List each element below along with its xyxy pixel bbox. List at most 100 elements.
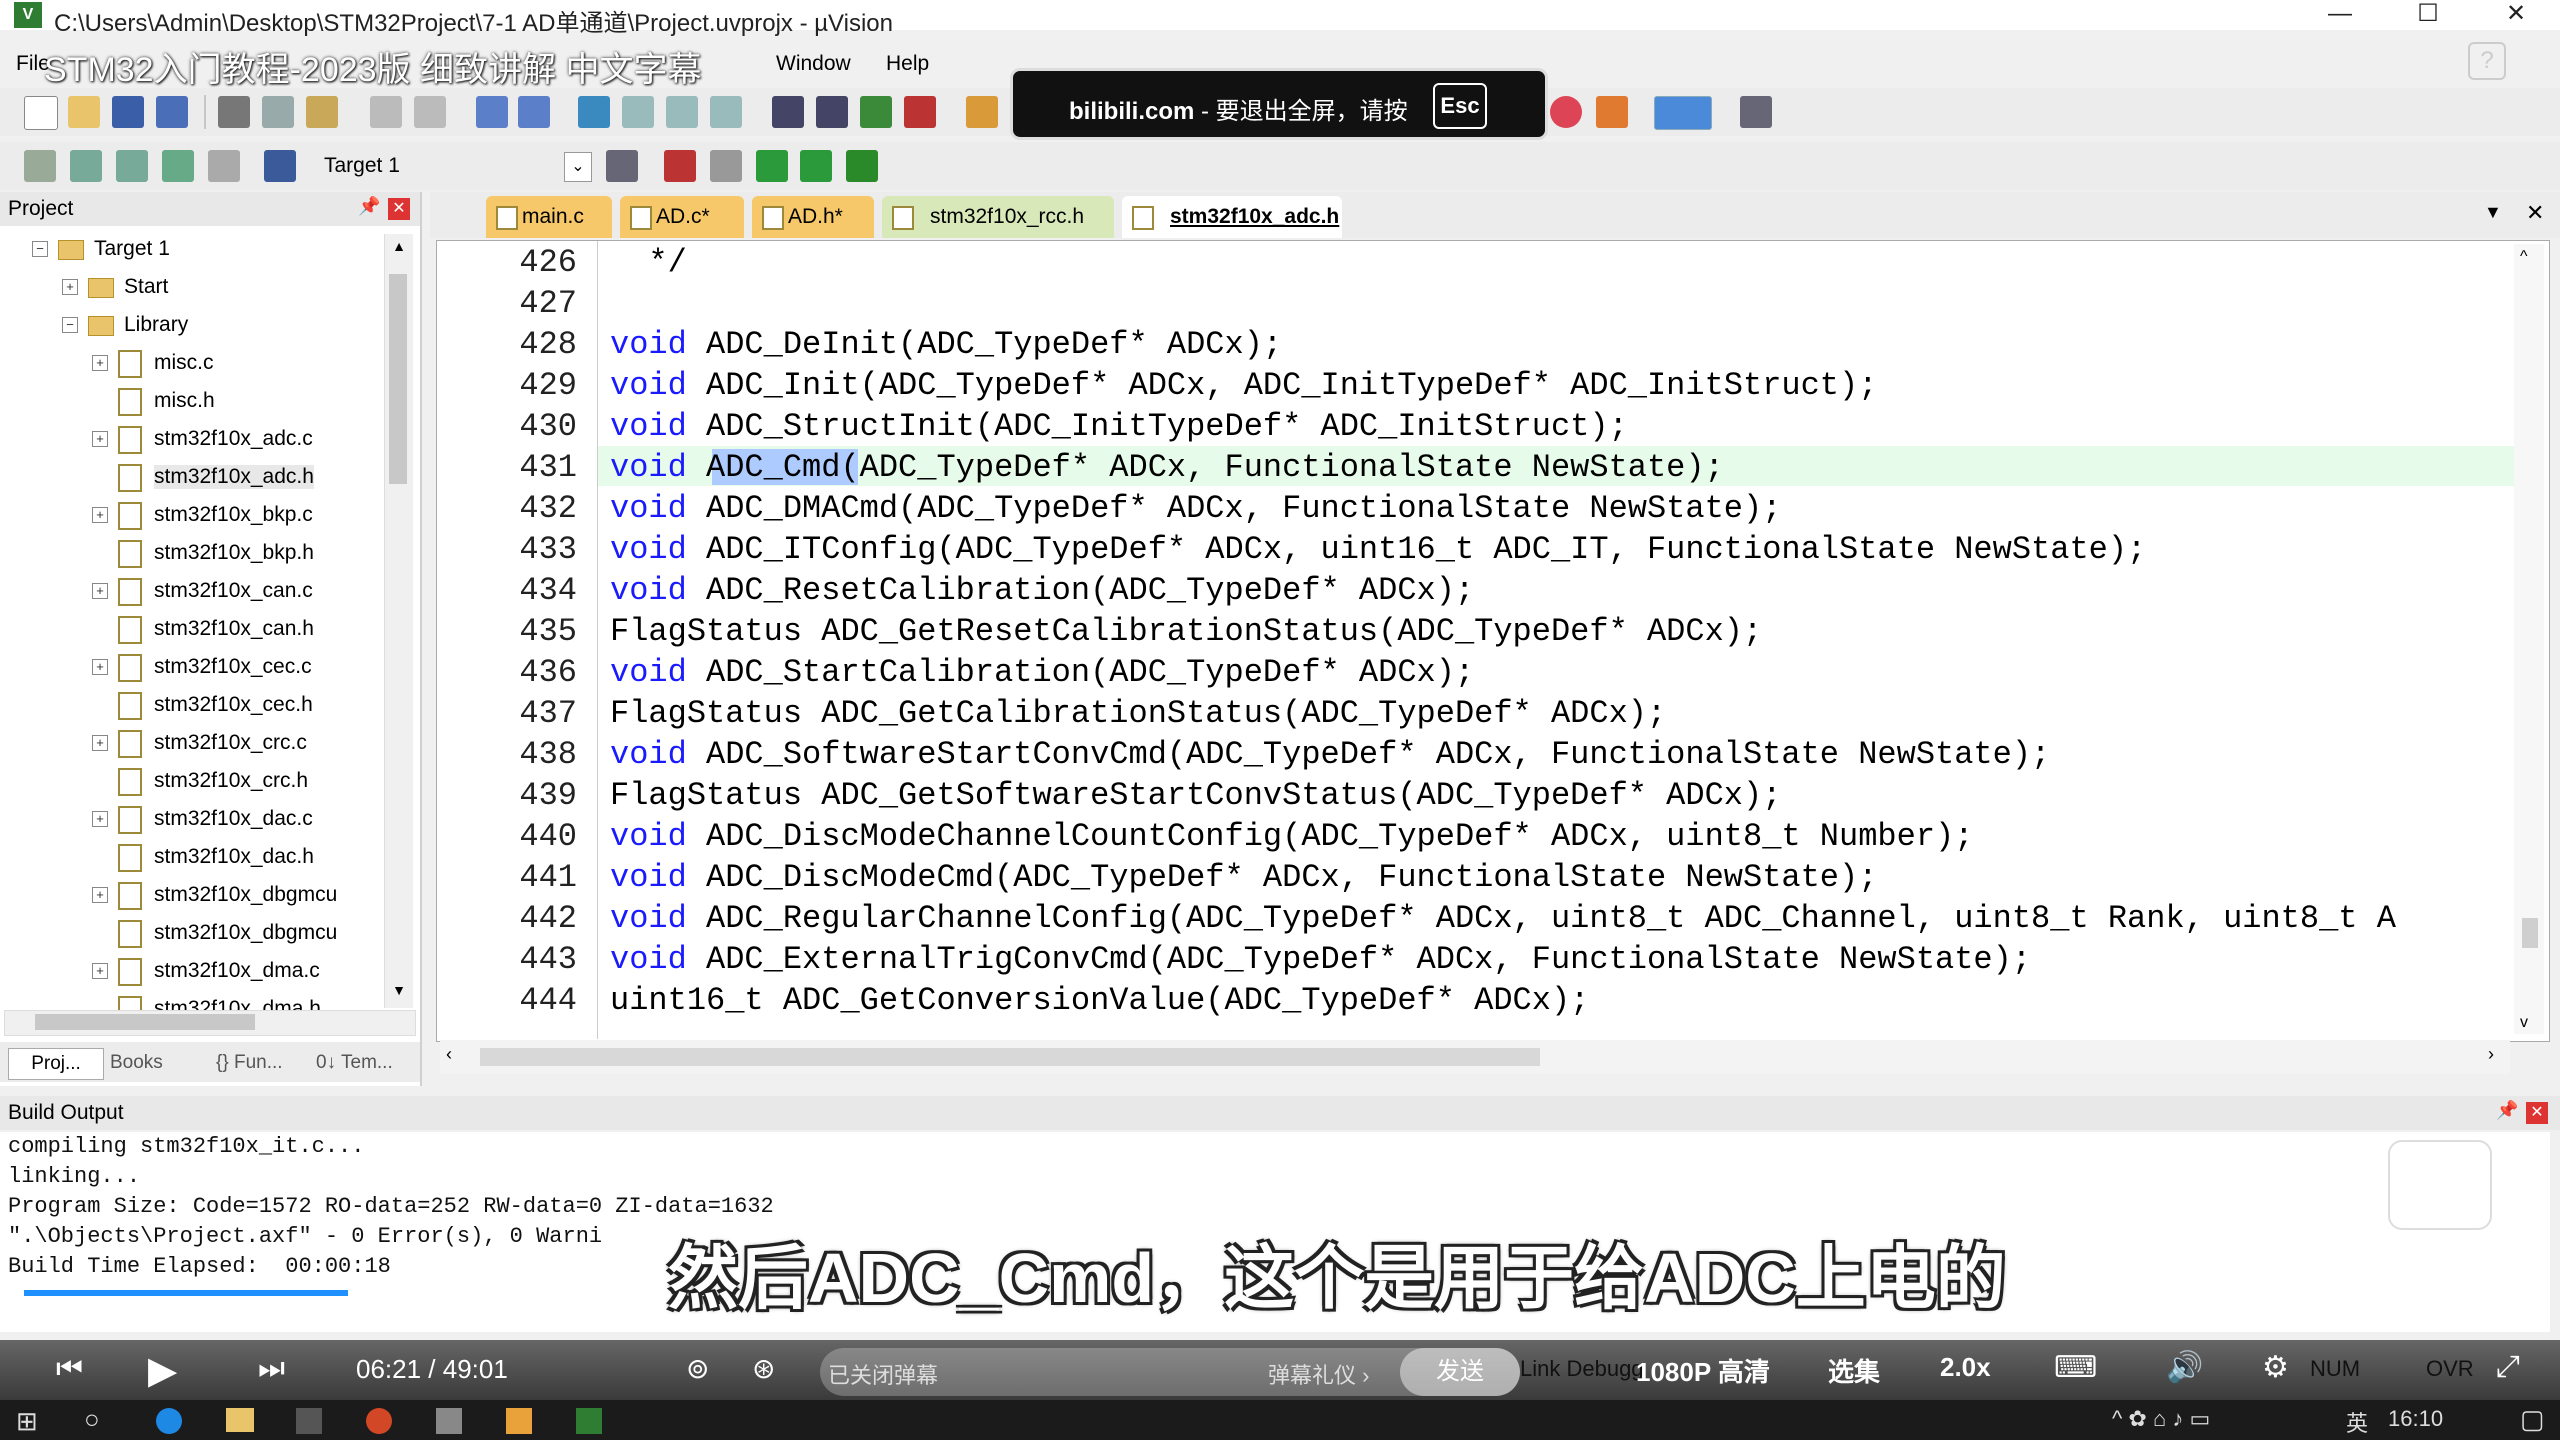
code-line[interactable]: void ADC_StartCalibration(ADC_TypeDef* A…	[610, 654, 1474, 691]
tree-file[interactable]: + stm32f10x_dac.c	[0, 800, 380, 838]
edge-icon[interactable]	[156, 1408, 182, 1434]
save-all-icon[interactable]	[156, 96, 188, 128]
tab-project[interactable]: Proj...	[8, 1048, 104, 1080]
code-line[interactable]: void ADC_DMACmd(ADC_TypeDef* ADCx, Funct…	[610, 490, 1781, 527]
scroll-down-icon[interactable]: ▼	[389, 982, 409, 1004]
find-in-files-icon[interactable]	[966, 96, 998, 128]
scroll-thumb[interactable]	[389, 274, 407, 484]
help-icon[interactable]: ?	[2468, 42, 2506, 80]
tree-file[interactable]: misc.h	[0, 382, 380, 420]
code-line[interactable]: void ADC_RegularChannelConfig(ADC_TypeDe…	[610, 900, 2396, 937]
tree-file[interactable]: + stm32f10x_dma.c	[0, 952, 380, 990]
episode-selector[interactable]: 选集	[1828, 1352, 1880, 1389]
app-icon[interactable]	[506, 1408, 532, 1434]
danmu-etiquette-link[interactable]: 弹幕礼仪 ›	[1268, 1358, 1369, 1390]
send-button[interactable]: 发送	[1400, 1348, 1520, 1396]
play-icon[interactable]: ▶	[148, 1348, 177, 1393]
tree-file[interactable]: stm32f10x_cec.h	[0, 686, 380, 724]
speed-selector[interactable]: 2.0x	[1940, 1352, 1991, 1383]
tree-folder[interactable]: − Library	[0, 306, 380, 344]
editor-tab[interactable]: AD.h*	[752, 196, 874, 238]
editor-scroll-thumb[interactable]	[2522, 918, 2538, 948]
collapse-icon[interactable]: −	[62, 317, 78, 333]
cut-icon[interactable]	[218, 96, 250, 128]
scroll-up-icon[interactable]: ▲	[389, 238, 409, 260]
notifications-icon[interactable]: ▢	[2520, 1404, 2545, 1435]
expand-icon[interactable]: +	[92, 735, 108, 751]
build-icon[interactable]	[70, 150, 102, 182]
tree-file[interactable]: + stm32f10x_can.c	[0, 572, 380, 610]
run-time-env-icon[interactable]	[846, 150, 878, 182]
tree-file[interactable]: stm32f10x_bkp.h	[0, 534, 380, 572]
manage-components-icon[interactable]	[664, 150, 696, 182]
close-tab-icon[interactable]: ✕	[2526, 200, 2544, 226]
code-line[interactable]: void ADC_DiscModeChannelCountConfig(ADC_…	[610, 818, 1973, 855]
next-bookmark-icon[interactable]	[666, 96, 698, 128]
code-line[interactable]: void ADC_Init(ADC_TypeDef* ADCx, ADC_Ini…	[610, 367, 1877, 404]
editor-scroll-up-icon[interactable]: ^	[2520, 248, 2528, 266]
navigate-back-icon[interactable]	[476, 96, 508, 128]
editor-vertical-scrollbar[interactable]: ^ v	[2514, 244, 2544, 1034]
breakpoint-icon[interactable]	[1596, 96, 1628, 128]
code-line[interactable]: void ADC_ExternalTrigConvCmd(ADC_TypeDef…	[610, 941, 2031, 978]
copy-icon[interactable]	[262, 96, 294, 128]
prev-bookmark-icon[interactable]	[622, 96, 654, 128]
tree-folder[interactable]: − Target 1	[0, 230, 380, 268]
redo-icon[interactable]	[414, 96, 446, 128]
pack-installer-icon[interactable]	[756, 150, 788, 182]
expand-icon[interactable]: +	[92, 887, 108, 903]
editor-tab[interactable]: AD.c*	[620, 196, 744, 238]
expand-icon[interactable]: +	[62, 279, 78, 295]
ime-indicator[interactable]: 英	[2346, 1406, 2368, 1438]
quality-selector[interactable]: 1080P 高清	[1636, 1352, 1770, 1389]
maximize-button[interactable]: ☐	[2388, 0, 2468, 30]
navigate-forward-icon[interactable]	[518, 96, 550, 128]
tree-file[interactable]: stm32f10x_dbgmcu	[0, 914, 380, 952]
settings-gear-icon[interactable]: ⚙	[2262, 1350, 2289, 1385]
editor-tab[interactable]: main.c	[486, 196, 612, 238]
window-layout-dropdown[interactable]	[1654, 96, 1712, 130]
close-panel-icon[interactable]: ✕	[388, 198, 410, 220]
start-icon[interactable]: ⊞	[16, 1406, 38, 1437]
stop-build-icon[interactable]	[208, 150, 240, 182]
danmu-settings-icon[interactable]: ⊛	[752, 1352, 775, 1385]
target-options-icon[interactable]	[606, 150, 638, 182]
explorer-icon[interactable]	[226, 1408, 254, 1432]
tree-file[interactable]: stm32f10x_can.h	[0, 610, 380, 648]
tree-file[interactable]: stm32f10x_dac.h	[0, 838, 380, 876]
target-select-dropdown[interactable]: ⌄	[564, 152, 592, 182]
floating-play-icon[interactable]	[2388, 1140, 2492, 1230]
editor-tab[interactable]: stm32f10x_adc.h	[1122, 196, 1342, 238]
tree-folder[interactable]: + Start	[0, 268, 380, 306]
minimize-button[interactable]: —	[2300, 0, 2380, 30]
code-line[interactable]: */	[610, 244, 686, 281]
menu-help[interactable]: Help	[886, 52, 929, 76]
undo-icon[interactable]	[370, 96, 402, 128]
fullscreen-icon[interactable]: ⤢	[2496, 1350, 2520, 1384]
code-line[interactable]: void ADC_StructInit(ADC_InitTypeDef* ADC…	[610, 408, 1628, 445]
save-icon[interactable]	[112, 96, 144, 128]
volume-icon[interactable]: 🔊	[2166, 1350, 2203, 1385]
download-icon[interactable]	[264, 150, 296, 182]
tree-horizontal-scrollbar[interactable]	[4, 1010, 416, 1036]
code-line[interactable]: void ADC_ITConfig(ADC_TypeDef* ADCx, uin…	[610, 531, 2146, 568]
danmu-toggle-icon[interactable]: ⊚	[686, 1352, 709, 1385]
bookmark-icon[interactable]	[578, 96, 610, 128]
select-software-packs-icon[interactable]	[800, 150, 832, 182]
configure-icon[interactable]	[1740, 96, 1772, 128]
expand-icon[interactable]: +	[92, 431, 108, 447]
menu-window[interactable]: Window	[776, 52, 851, 76]
code-line[interactable]: void ADC_DiscModeCmd(ADC_TypeDef* ADCx, …	[610, 859, 1877, 896]
collapse-icon[interactable]: −	[32, 241, 48, 257]
build-close-icon[interactable]: ✕	[2526, 1102, 2548, 1124]
tab-books[interactable]: Books	[110, 1048, 163, 1078]
subtitle-icon[interactable]: ⌨	[2054, 1350, 2097, 1385]
tab-templates[interactable]: 0↓ Tem...	[316, 1048, 393, 1078]
expand-icon[interactable]: +	[92, 355, 108, 371]
editor-tab[interactable]: stm32f10x_rcc.h	[882, 196, 1114, 238]
editor-h-scroll-thumb[interactable]	[480, 1048, 1540, 1066]
previous-icon[interactable]: ⏮	[56, 1352, 83, 1386]
file-extensions-icon[interactable]	[710, 150, 742, 182]
code-line[interactable]: FlagStatus ADC_GetResetCalibrationStatus…	[610, 613, 1762, 650]
expand-icon[interactable]: +	[92, 963, 108, 979]
